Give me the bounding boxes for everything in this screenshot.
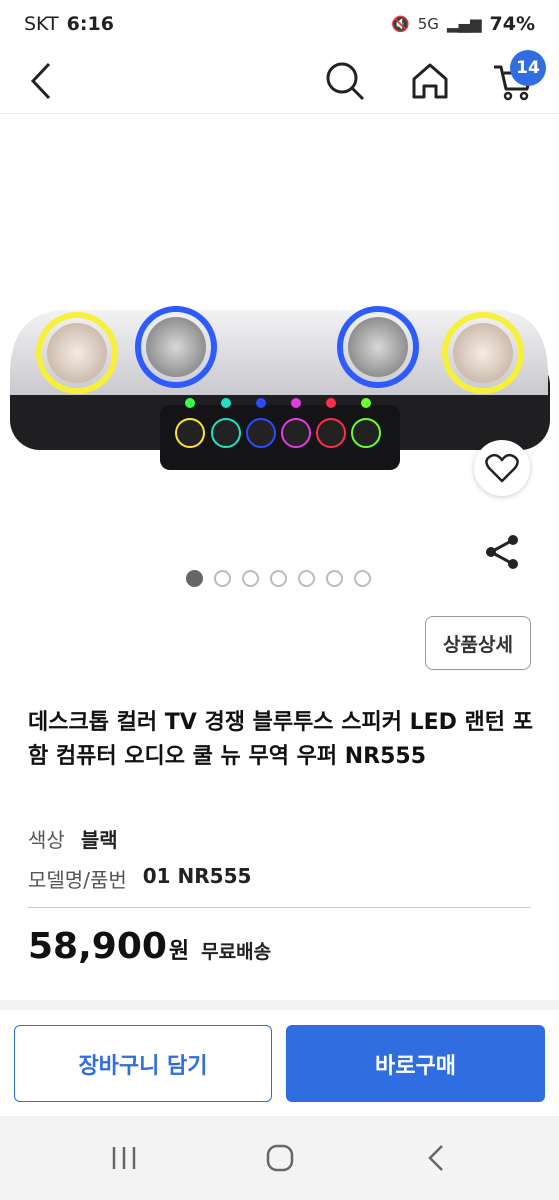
spec-key: 모델명/품번 [28, 868, 127, 892]
spec-row-color: 색상 블랙 [28, 824, 118, 853]
add-to-cart-button[interactable]: 장바구니 담기 [14, 1025, 272, 1102]
heart-icon [485, 453, 519, 483]
recent-apps-icon [112, 1147, 136, 1169]
cart-button[interactable]: 14 [488, 50, 546, 106]
gallery-dot[interactable] [326, 570, 343, 587]
home-icon [412, 63, 448, 99]
wishlist-button[interactable] [474, 440, 530, 496]
gallery-dot[interactable] [270, 570, 287, 587]
carrier-label: SKT [24, 13, 59, 35]
gallery-dot[interactable] [298, 570, 315, 587]
shipping-label: 무료배송 [201, 941, 272, 963]
share-button[interactable] [478, 528, 526, 576]
battery-level: 74% [489, 13, 535, 35]
system-back-button[interactable] [414, 1138, 458, 1178]
gallery-dot[interactable] [242, 570, 259, 587]
gallery-dot[interactable] [186, 570, 203, 587]
currency-label: 원 [168, 939, 190, 964]
clock: 6:16 [66, 13, 114, 35]
system-back-icon [428, 1145, 443, 1171]
spec-value: 블랙 [80, 828, 118, 852]
gallery-indicator [186, 570, 371, 587]
gallery-dot[interactable] [214, 570, 231, 587]
search-button[interactable] [320, 56, 370, 106]
product-image[interactable] [0, 115, 559, 585]
divider [28, 907, 531, 908]
back-icon [30, 62, 51, 100]
gallery-dot[interactable] [354, 570, 371, 587]
signal-icon: ▂▄▆ [446, 15, 482, 33]
price-row: 58,900 원 무료배송 [28, 926, 271, 967]
product-title: 데스크톱 컬러 TV 경쟁 블루투스 스피커 LED 랜턴 포함 컴퓨터 오디오… [28, 710, 533, 769]
bottom-action-bar: 장바구니 담기 바로구매 [0, 1010, 559, 1116]
system-navigation-bar [0, 1116, 559, 1200]
spec-row-model: 모델명/품번 01 NR555 [28, 864, 251, 893]
cart-count-badge: 14 [510, 50, 546, 86]
search-icon [326, 62, 365, 101]
share-icon [486, 535, 518, 569]
system-home-button[interactable] [258, 1138, 302, 1178]
spec-key: 색상 [28, 828, 65, 852]
home-button[interactable] [405, 56, 455, 106]
status-bar: SKT 6:16 🔇 5G ▂▄▆ 74% [0, 0, 559, 48]
price: 58,900 [28, 926, 167, 967]
back-button[interactable] [16, 56, 66, 106]
network-5g-icon: 5G [417, 15, 439, 33]
system-home-icon [266, 1144, 294, 1172]
buy-now-button[interactable]: 바로구매 [286, 1025, 545, 1102]
spec-value: 01 NR555 [142, 864, 252, 888]
product-detail-button[interactable]: 상품상세 [425, 616, 531, 670]
mute-icon: 🔇 [391, 15, 410, 33]
section-spacer [0, 1000, 559, 1010]
top-navigation: 14 [0, 48, 559, 114]
speaker-illustration [10, 306, 550, 470]
recent-apps-button[interactable] [102, 1138, 146, 1178]
